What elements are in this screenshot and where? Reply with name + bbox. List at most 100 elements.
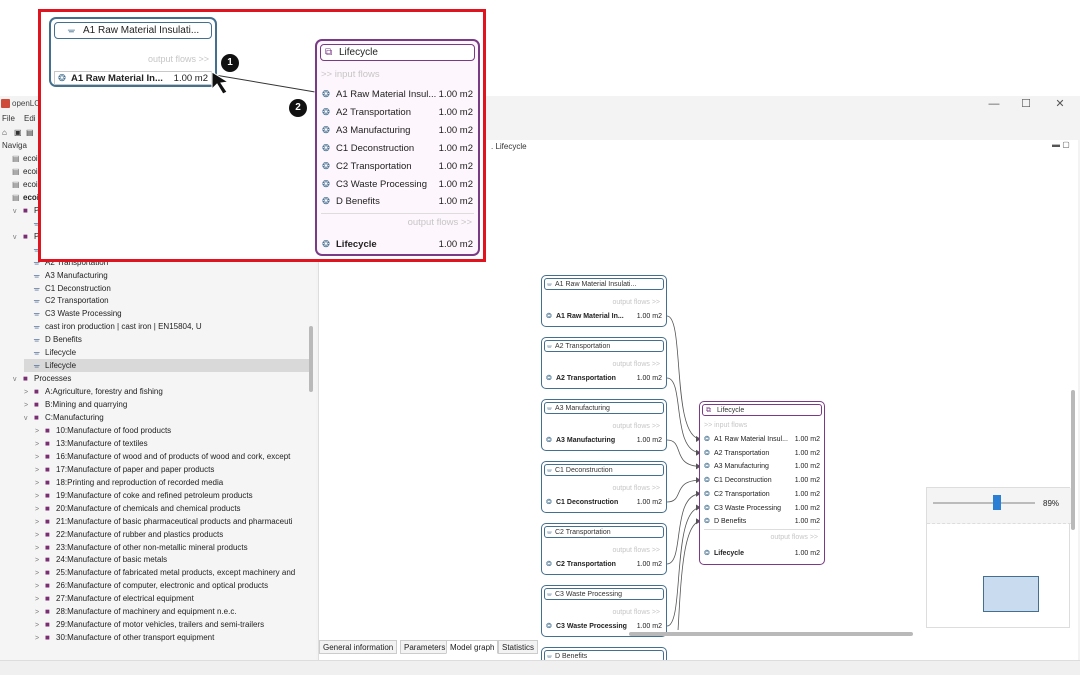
tree-item[interactable]: v ■ C:Manufacturing	[24, 411, 310, 424]
editor-tab-title[interactable]: . Lifecycle	[491, 142, 527, 151]
lifecycle-output-row[interactable]: ❂ Lifecycle 1.00 m2	[702, 548, 822, 560]
tree-item[interactable]: ᚚ D Benefits	[24, 333, 310, 346]
callout-lifecycle-input-row[interactable]: ❂ C2 Transportation 1.00 m2	[320, 159, 475, 174]
save-all-icon[interactable]: ▤	[26, 128, 34, 137]
process-node[interactable]: ᚚ C2 Transportation output flows >> ❂ C2 Tra…	[541, 523, 667, 575]
tree-toggle-icon[interactable]: v	[13, 231, 23, 243]
tree-toggle-icon[interactable]: >	[35, 606, 45, 618]
tree-item[interactable]: > ■ 21:Manufacture of basic pharmaceutical…	[35, 515, 310, 528]
tree-toggle-icon[interactable]: >	[35, 632, 45, 644]
tree-item[interactable]: ᚚ C3 Waste Processing	[24, 307, 310, 320]
callout-lifecycle-input-row[interactable]: ❂ D Benefits 1.00 m2	[320, 194, 475, 209]
tree-toggle-icon[interactable]: >	[35, 503, 45, 515]
tree-item[interactable]: > ■ 22:Manufacture of rubber and plastics …	[35, 528, 310, 541]
tree-toggle-icon[interactable]: >	[35, 438, 45, 450]
tree-item[interactable]: > ■ 19:Manufacture of coke and refined pet…	[35, 489, 310, 502]
tree-item[interactable]: ᚚ Lifecycle	[24, 346, 310, 359]
output-flow-row[interactable]: ❂ C1 Deconstruction 1.00 m2	[544, 497, 664, 509]
lifecycle-input-row[interactable]: ❂ A1 Raw Material Insul... 1.00 m2	[702, 434, 822, 446]
tree-toggle-icon[interactable]: >	[35, 425, 45, 437]
callout-lifecycle-node[interactable]: ⧉ Lifecycle >> input flows ❂ A1 Raw Mater…	[315, 39, 480, 256]
tab-model-graph[interactable]: Model graph	[446, 640, 499, 654]
home-icon[interactable]: ⌂	[2, 128, 7, 137]
callout-lifecycle-input-row[interactable]: ❂ A2 Transportation 1.00 m2	[320, 105, 475, 120]
process-node[interactable]: ᚚ A1 Raw Material Insulati... output flows…	[541, 275, 667, 327]
tree-toggle-icon[interactable]: >	[35, 451, 45, 463]
tree-item[interactable]: > ■ 29:Manufacture of motor vehicles, trai…	[35, 618, 310, 631]
tree-item[interactable]: > ■ 28:Manufacture of machinery and equipm…	[35, 605, 310, 618]
lifecycle-input-row[interactable]: ❂ C3 Waste Processing 1.00 m2	[702, 503, 822, 515]
menu-file[interactable]: File	[2, 114, 15, 123]
tree-item[interactable]: ᚚ C1 Deconstruction	[24, 282, 310, 295]
maximize-button[interactable]: ☐	[1010, 96, 1042, 112]
tree-toggle-icon[interactable]: >	[35, 580, 45, 592]
tree-toggle-icon[interactable]: >	[35, 516, 45, 528]
callout-lifecycle-input-row[interactable]: ❂ C3 Waste Processing 1.00 m2	[320, 177, 475, 192]
editor-minimize-icon[interactable]: ▬ ▢	[1052, 140, 1070, 149]
lifecycle-input-row[interactable]: ❂ A3 Manufacturing 1.00 m2	[702, 461, 822, 473]
tree-item[interactable]: > ■ 16:Manufacture of wood and of products…	[35, 450, 310, 463]
tree-item[interactable]: > ■ 20:Manufacture of chemicals and chemic…	[35, 502, 310, 515]
output-flow-row[interactable]: ❂ A1 Raw Material In... 1.00 m2	[544, 311, 664, 323]
lifecycle-input-row[interactable]: ❂ C1 Deconstruction 1.00 m2	[702, 475, 822, 487]
callout-lifecycle-input-row[interactable]: ❂ C1 Deconstruction 1.00 m2	[320, 141, 475, 156]
tree-item[interactable]: v ■ Processes	[13, 372, 310, 385]
process-node-header[interactable]: ᚚ A3 Manufacturing	[544, 402, 664, 414]
tree-item[interactable]: > ■ 13:Manufacture of textiles	[35, 437, 310, 450]
lifecycle-input-row[interactable]: ❂ D Benefits 1.00 m2	[702, 516, 822, 528]
tree-toggle-icon[interactable]: >	[35, 554, 45, 566]
process-node-header[interactable]: ᚚ C1 Deconstruction	[544, 464, 664, 476]
tree-toggle-icon[interactable]: >	[35, 542, 45, 554]
lifecycle-node[interactable]: ⧉ Lifecycle >> input flows ❂ A1 Raw Mater…	[699, 401, 825, 565]
process-node[interactable]: ᚚ C1 Deconstruction output flows >> ❂ C1 Dec…	[541, 461, 667, 513]
tree-item[interactable]: > ■ 30:Manufacture of other transport equi…	[35, 631, 310, 644]
process-node-header[interactable]: ᚚ A2 Transportation	[544, 340, 664, 352]
minimap-viewport[interactable]	[983, 576, 1039, 612]
output-flow-row[interactable]: ❂ A3 Manufacturing 1.00 m2	[544, 435, 664, 447]
lifecycle-input-row[interactable]: ❂ C2 Transportation 1.00 m2	[702, 489, 822, 501]
tree-item[interactable]: > ■ 27:Manufacture of electrical equipment	[35, 592, 310, 605]
zoom-slider-thumb[interactable]	[993, 495, 1001, 510]
process-node-header[interactable]: ᚚ A1 Raw Material Insulati...	[544, 278, 664, 290]
callout-lifecycle-header[interactable]: ⧉ Lifecycle	[320, 44, 475, 61]
tree-toggle-icon[interactable]: >	[24, 399, 34, 411]
tree-toggle-icon[interactable]: >	[35, 477, 45, 489]
canvas-vertical-scrollbar[interactable]	[1071, 390, 1075, 530]
lifecycle-node-header[interactable]: ⧉ Lifecycle	[702, 404, 822, 416]
tree-toggle-icon[interactable]: v	[24, 412, 34, 424]
tree-toggle-icon[interactable]: >	[35, 529, 45, 541]
tree-toggle-icon[interactable]: v	[13, 373, 23, 385]
zoom-slider-track[interactable]	[933, 502, 1035, 504]
tree-item[interactable]: ᚚ cast iron production | cast iron | EN15…	[24, 320, 310, 333]
tree-toggle-icon[interactable]: >	[24, 386, 34, 398]
process-node[interactable]: ᚚ A2 Transportation output flows >> ❂ A2 Tra…	[541, 337, 667, 389]
callout-lifecycle-output-row[interactable]: ❂ Lifecycle 1.00 m2	[320, 237, 475, 252]
process-node[interactable]: ᚚ A3 Manufacturing output flows >> ❂ A3 Manu…	[541, 399, 667, 451]
output-flow-row[interactable]: ❂ A2 Transportation 1.00 m2	[544, 373, 664, 385]
menu-edit[interactable]: Edi	[24, 114, 36, 123]
process-node-header[interactable]: ᚚ C2 Transportation	[544, 526, 664, 538]
tree-item[interactable]: > ■ 26:Manufacture of computer, electronic…	[35, 579, 310, 592]
tab-statistics[interactable]: Statistics	[498, 640, 539, 654]
save-icon[interactable]: ▣	[14, 128, 22, 137]
tree-item[interactable]: > ■ 10:Manufacture of food products	[35, 424, 310, 437]
callout-lifecycle-input-row[interactable]: ❂ A1 Raw Material Insul... 1.00 m2	[320, 87, 475, 102]
minimize-button[interactable]: —	[978, 96, 1010, 112]
tree-toggle-icon[interactable]: >	[35, 593, 45, 605]
tab-general-information[interactable]: General information	[319, 640, 398, 654]
tree-toggle-icon[interactable]: >	[35, 619, 45, 631]
tab-parameters[interactable]: Parameters	[400, 640, 450, 654]
process-node-header[interactable]: ᚚ C3 Waste Processing	[544, 588, 664, 600]
tree-item[interactable]: > ■ 17:Manufacture of paper and paper prod…	[35, 463, 310, 476]
tree-toggle-icon[interactable]: v	[13, 205, 23, 217]
tree-item[interactable]: ᚚ C2 Transportation	[24, 294, 310, 307]
tree-toggle-icon[interactable]: >	[35, 490, 45, 502]
tree-item[interactable]: ᚚ A3 Manufacturing	[24, 269, 310, 282]
canvas-horizontal-scrollbar[interactable]	[629, 632, 913, 636]
tree-toggle-icon[interactable]: >	[35, 464, 45, 476]
close-button[interactable]: ✕	[1044, 96, 1076, 112]
tree-item[interactable]: ᚚ Lifecycle	[24, 359, 310, 373]
tree-item[interactable]: > ■ A:Agriculture, forestry and fishing	[24, 385, 310, 398]
lifecycle-input-row[interactable]: ❂ A2 Transportation 1.00 m2	[702, 448, 822, 460]
tree-item[interactable]: > ■ 18:Printing and reproduction of record…	[35, 476, 310, 489]
